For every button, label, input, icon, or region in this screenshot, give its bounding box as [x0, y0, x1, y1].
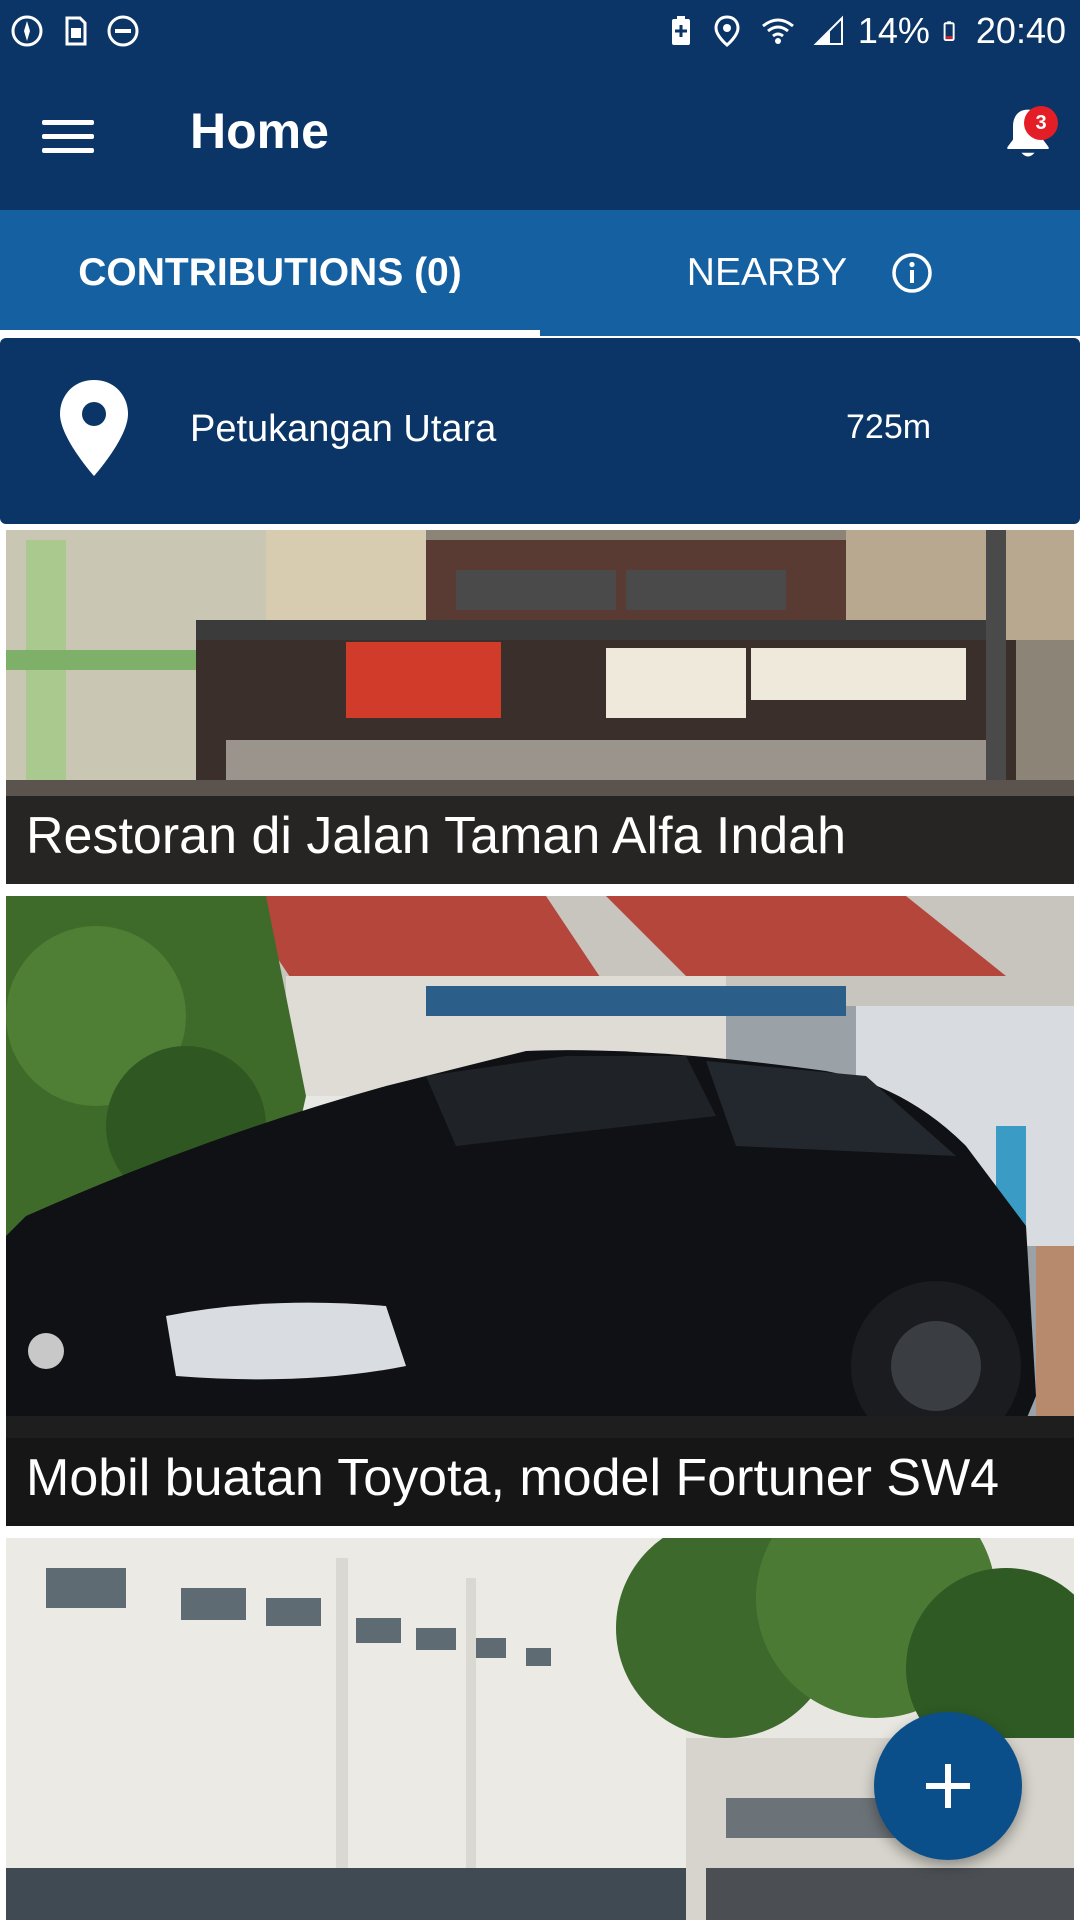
wifi-icon [761, 18, 794, 44]
battery-saver-icon [671, 16, 690, 45]
page-title: Home [190, 103, 329, 159]
car-photo [6, 896, 1074, 1526]
signal-icon [813, 15, 843, 45]
menu-line [42, 147, 94, 153]
map-pin-icon [60, 380, 128, 476]
location-icon [714, 15, 740, 47]
hamburger-menu-icon[interactable] [42, 106, 102, 166]
nearby-place-name: Petukangan Utara [190, 408, 497, 450]
compass-icon [11, 15, 43, 47]
tab-nearby-label: NEARBY [686, 251, 848, 294]
menu-line [42, 133, 94, 139]
tab-selected-indicator [0, 330, 540, 336]
nearby-place-distance: 725m [846, 408, 932, 446]
battery-icon [943, 21, 955, 42]
tab-nearby[interactable]: NEARBY [540, 210, 1080, 336]
menu-line [42, 119, 94, 125]
tab-contributions-label: CONTRIBUTIONS (0) [78, 251, 462, 294]
clock: 20:40 [975, 10, 1066, 51]
status-left-icons [0, 14, 140, 48]
feed-card-caption: Restoran di Jalan Taman Alfa Indah [6, 796, 1074, 884]
feed-card[interactable]: Restoran di Jalan Taman Alfa Indah [6, 530, 1074, 884]
add-contribution-button[interactable] [874, 1712, 1022, 1860]
app-root: 14% 20:40 Home 3 CONTRIBUTIONS (0) NEARB… [0, 0, 1080, 1920]
plus-icon [926, 1764, 970, 1808]
notification-badge: 3 [1024, 106, 1058, 140]
status-right-icons: 14% 20:40 [664, 10, 1080, 52]
app-bar: Home [0, 62, 1080, 210]
do-not-disturb-icon [107, 15, 139, 47]
info-icon[interactable] [891, 252, 933, 294]
tab-contributions[interactable]: CONTRIBUTIONS (0) [0, 210, 540, 336]
status-bar: 14% 20:40 [0, 0, 1080, 62]
sim-card-icon [65, 16, 87, 46]
battery-percent: 14% [857, 10, 930, 51]
feed-card[interactable]: Mobil buatan Toyota, model Fortuner SW4 [6, 896, 1074, 1526]
feed-card-caption: Mobil buatan Toyota, model Fortuner SW4 [6, 1438, 1074, 1526]
nearby-place-card[interactable]: Petukangan Utara 725m [0, 338, 1080, 524]
tab-bar: CONTRIBUTIONS (0) NEARBY [0, 210, 1080, 336]
